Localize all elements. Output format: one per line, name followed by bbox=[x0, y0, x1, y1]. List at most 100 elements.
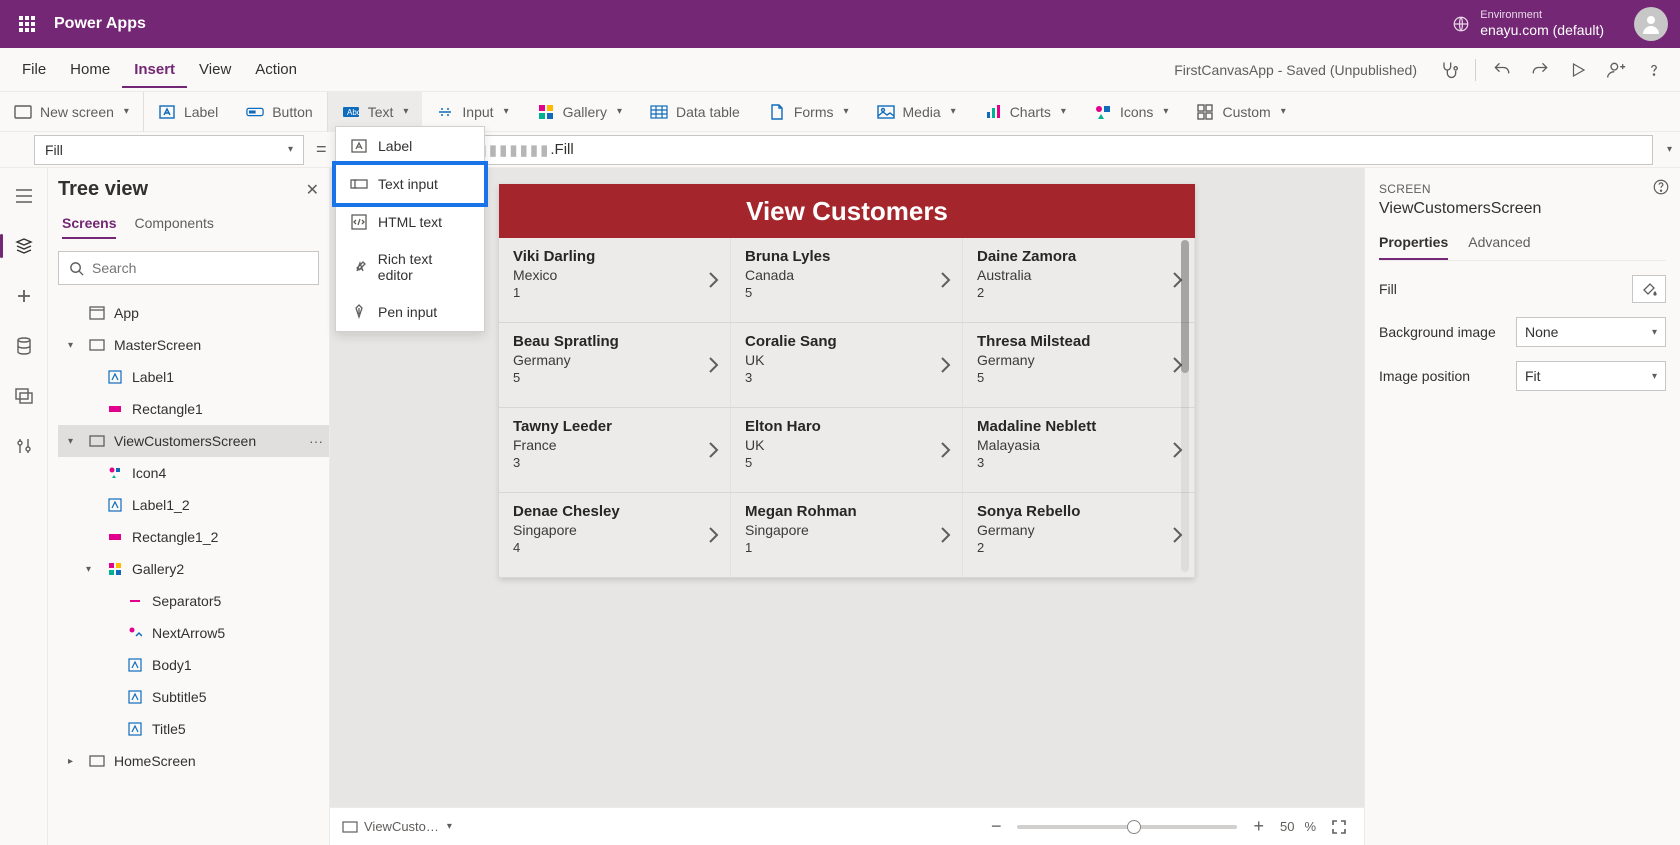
canvas-scrollbar[interactable] bbox=[1181, 240, 1189, 572]
zoom-slider[interactable] bbox=[1017, 825, 1237, 829]
insert-custom-button[interactable]: Custom▾ bbox=[1182, 92, 1299, 132]
next-arrow[interactable] bbox=[706, 525, 720, 545]
gallery-item[interactable]: Thresa MilsteadGermany5 bbox=[963, 323, 1195, 408]
tree-view-panel: Tree view ✕ Screens Components App▾Maste… bbox=[48, 168, 330, 845]
insert-gallery-button[interactable]: Gallery▾ bbox=[523, 92, 636, 132]
gallery-item[interactable]: Beau SpratlingGermany5 bbox=[499, 323, 731, 408]
new-screen-button[interactable]: New screen▾ bbox=[0, 92, 144, 132]
tree-node[interactable]: ▸HomeScreen bbox=[58, 745, 329, 777]
tree-node[interactable]: ▾Gallery2 bbox=[58, 553, 329, 585]
share-button[interactable] bbox=[1600, 54, 1632, 86]
gallery-item[interactable]: Denae ChesleySingapore4 bbox=[499, 493, 731, 578]
dropdown-item-label[interactable]: Label bbox=[336, 127, 484, 165]
next-arrow[interactable] bbox=[938, 525, 952, 545]
insert-icons-button[interactable]: Icons▾ bbox=[1080, 92, 1183, 132]
dropdown-item-pen-input[interactable]: Pen input bbox=[336, 293, 484, 331]
rail-insert[interactable] bbox=[8, 280, 40, 312]
gallery-item[interactable]: Bruna LylesCanada5 bbox=[731, 238, 963, 323]
undo-button[interactable] bbox=[1486, 54, 1518, 86]
insert-charts-button[interactable]: Charts▾ bbox=[970, 92, 1080, 132]
insert-media-button[interactable]: Media▾ bbox=[863, 92, 970, 132]
zoom-out-button[interactable]: − bbox=[985, 816, 1008, 837]
menu-file[interactable]: File bbox=[10, 51, 58, 88]
tree-node[interactable]: Label1 bbox=[58, 361, 329, 393]
insert-charts-label: Charts bbox=[1010, 104, 1051, 120]
gallery-item[interactable]: Daine ZamoraAustralia2 bbox=[963, 238, 1195, 323]
gallery-item[interactable]: Viki DarlingMexico1 bbox=[499, 238, 731, 323]
gallery-item[interactable]: Madaline NeblettMalayasia3 bbox=[963, 408, 1195, 493]
app-canvas[interactable]: View Customers Viki DarlingMexico1Bruna … bbox=[499, 184, 1195, 578]
tree-node[interactable]: Rectangle1 bbox=[58, 393, 329, 425]
gallery-item[interactable]: Coralie SangUK3 bbox=[731, 323, 963, 408]
screen-selector[interactable]: ViewCusto… ▾ bbox=[342, 819, 452, 834]
formula-expand-button[interactable]: ▾ bbox=[1667, 144, 1672, 155]
zoom-in-button[interactable]: + bbox=[1247, 816, 1270, 837]
gallery-item[interactable]: Sonya RebelloGermany2 bbox=[963, 493, 1195, 578]
tree-node[interactable]: Rectangle1_2 bbox=[58, 521, 329, 553]
hamburger-icon bbox=[15, 189, 33, 203]
tree-node[interactable]: ▾ViewCustomersScreen··· bbox=[58, 425, 329, 457]
tree-search-box[interactable] bbox=[58, 251, 319, 285]
tree-search-input[interactable] bbox=[92, 260, 308, 276]
dropdown-item-text-input[interactable]: Text input bbox=[336, 165, 484, 203]
menu-view[interactable]: View bbox=[187, 51, 243, 88]
dropdown-item-html-text[interactable]: HTML text bbox=[336, 203, 484, 241]
tree-node[interactable]: App bbox=[58, 297, 329, 329]
rail-tree-view[interactable] bbox=[8, 230, 40, 262]
customers-gallery[interactable]: Viki DarlingMexico1Bruna LylesCanada5Dai… bbox=[499, 238, 1195, 578]
properties-tab[interactable]: Properties bbox=[1379, 234, 1448, 260]
search-icon bbox=[69, 261, 84, 276]
tree-close-button[interactable]: ✕ bbox=[306, 180, 319, 200]
tree-tab-screens[interactable]: Screens bbox=[62, 215, 116, 239]
play-button[interactable] bbox=[1562, 54, 1594, 86]
environment-picker[interactable]: Environment enayu.com (default) bbox=[1434, 9, 1622, 39]
redo-button[interactable] bbox=[1524, 54, 1556, 86]
advanced-tab[interactable]: Advanced bbox=[1468, 234, 1530, 260]
app-launcher-button[interactable] bbox=[12, 9, 42, 39]
next-arrow[interactable] bbox=[706, 440, 720, 460]
tree-node[interactable]: ▾MasterScreen bbox=[58, 329, 329, 361]
insert-label-button[interactable]: Label bbox=[144, 92, 232, 132]
gallery-item[interactable]: Elton HaroUK5 bbox=[731, 408, 963, 493]
insert-button-button[interactable]: Button bbox=[232, 92, 327, 132]
next-arrow[interactable] bbox=[938, 355, 952, 375]
more-button[interactable]: ··· bbox=[309, 433, 323, 449]
tree-node[interactable]: Subtitle5 bbox=[58, 681, 329, 713]
rail-media[interactable] bbox=[8, 380, 40, 412]
tree-node[interactable]: Label1_2 bbox=[58, 489, 329, 521]
insert-datatable-button[interactable]: Data table bbox=[636, 92, 754, 132]
menu-action[interactable]: Action bbox=[243, 51, 309, 88]
bg-image-select[interactable]: None▾ bbox=[1516, 317, 1666, 347]
next-arrow[interactable] bbox=[706, 270, 720, 290]
rail-advanced[interactable] bbox=[8, 430, 40, 462]
node-icon bbox=[88, 752, 106, 770]
dropdown-item-rich-text[interactable]: Rich text editor bbox=[336, 241, 484, 293]
gallery-item[interactable]: Tawny LeederFrance3 bbox=[499, 408, 731, 493]
rail-data[interactable] bbox=[8, 330, 40, 362]
next-arrow[interactable] bbox=[938, 270, 952, 290]
image-position-select[interactable]: Fit▾ bbox=[1516, 361, 1666, 391]
tree-node[interactable]: Icon4 bbox=[58, 457, 329, 489]
menu-home[interactable]: Home bbox=[58, 51, 122, 88]
help-button[interactable] bbox=[1638, 54, 1670, 86]
tree-node[interactable]: Separator5 bbox=[58, 585, 329, 617]
menu-insert[interactable]: Insert bbox=[122, 51, 187, 88]
user-avatar[interactable] bbox=[1634, 7, 1668, 41]
property-selector[interactable]: Fill ▾ bbox=[34, 135, 304, 165]
tree-node[interactable]: Title5 bbox=[58, 713, 329, 745]
fit-to-window-button[interactable] bbox=[1326, 820, 1352, 834]
gallery-item[interactable]: Megan RohmanSingapore1 bbox=[731, 493, 963, 578]
undo-icon bbox=[1492, 60, 1512, 80]
next-arrow[interactable] bbox=[938, 440, 952, 460]
fill-color-picker[interactable] bbox=[1632, 275, 1666, 303]
app-checker-button[interactable] bbox=[1433, 54, 1465, 86]
tree-tab-components[interactable]: Components bbox=[134, 215, 213, 239]
tree-node[interactable]: NextArrow5 bbox=[58, 617, 329, 649]
panel-help-button[interactable] bbox=[1652, 178, 1670, 196]
formula-input[interactable]: ▮▮▮▮▮▮▮▮▮▮▮▮▮▮▮.Fill bbox=[386, 135, 1653, 165]
rail-hamburger[interactable] bbox=[8, 180, 40, 212]
next-arrow[interactable] bbox=[706, 355, 720, 375]
image-position-label: Image position bbox=[1379, 368, 1470, 384]
insert-forms-button[interactable]: Forms▾ bbox=[754, 92, 863, 132]
tree-node[interactable]: Body1 bbox=[58, 649, 329, 681]
